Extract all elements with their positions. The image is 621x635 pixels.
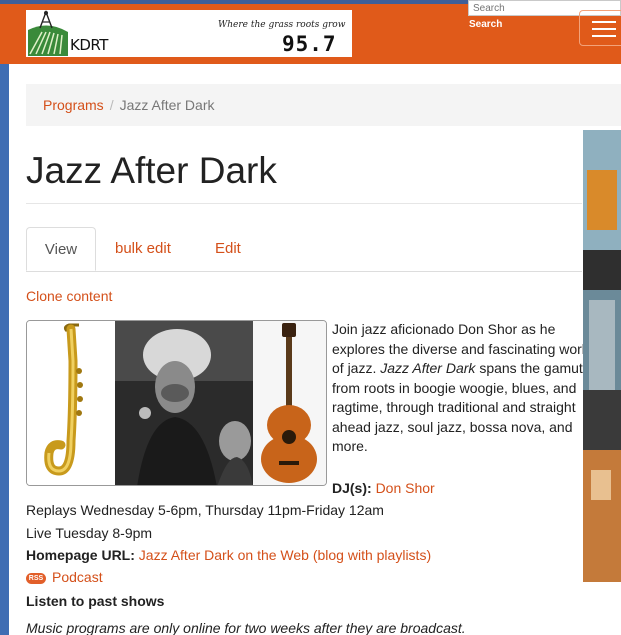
breadcrumb-current: Jazz After Dark bbox=[119, 97, 215, 113]
live-schedule: Live Tuesday 8-9pm bbox=[26, 525, 153, 541]
breadcrumb-programs-link[interactable]: Programs bbox=[43, 97, 104, 113]
availability-note: Music programs are only online for two w… bbox=[26, 620, 466, 635]
studio-photo bbox=[583, 130, 621, 582]
hamburger-icon bbox=[592, 21, 616, 23]
description-program-title: Jazz After Dark bbox=[380, 360, 476, 376]
search-button[interactable]: Search bbox=[469, 19, 502, 30]
logo-field-icon bbox=[26, 10, 70, 57]
hamburger-icon bbox=[592, 35, 616, 37]
podcast-link[interactable]: Podcast bbox=[52, 569, 103, 585]
tab-bulk-edit[interactable]: bulk edit bbox=[115, 227, 171, 271]
dj-name-link[interactable]: Don Shor bbox=[376, 480, 435, 496]
site-header: KDRT Where the grass roots grow 95.7 Sea… bbox=[0, 0, 621, 64]
breadcrumb-separator: / bbox=[109, 97, 114, 113]
node-tabs: View bulk edit Edit bbox=[26, 227, 582, 272]
program-image bbox=[26, 320, 327, 486]
program-description: Join jazz aficionado Don Shor as he expl… bbox=[332, 320, 602, 457]
clone-content-link[interactable]: Clone content bbox=[26, 288, 112, 304]
station-logo[interactable]: KDRT Where the grass roots grow 95.7 bbox=[26, 10, 352, 57]
homepage-line: Homepage URL: Jazz After Dark on the Web… bbox=[26, 547, 431, 563]
rss-icon[interactable]: RSS bbox=[26, 573, 46, 584]
podcast-line: RSS Podcast bbox=[26, 569, 103, 585]
past-shows-heading: Listen to past shows bbox=[26, 593, 165, 609]
breadcrumb: Programs / Jazz After Dark bbox=[26, 84, 621, 126]
homepage-label: Homepage URL: bbox=[26, 547, 135, 563]
homepage-link[interactable]: Jazz After Dark on the Web (blog with pl… bbox=[139, 547, 431, 563]
replay-schedule: Replays Wednesday 5-6pm, Thursday 11pm-F… bbox=[26, 502, 384, 518]
dj-line: DJ(s): Don Shor bbox=[332, 480, 435, 496]
page-title: Jazz After Dark bbox=[26, 150, 277, 191]
tab-view[interactable]: View bbox=[26, 227, 96, 271]
hamburger-icon bbox=[592, 28, 616, 30]
logo-frequency: 95.7 bbox=[282, 32, 337, 56]
title-divider bbox=[26, 203, 582, 204]
menu-toggle-button[interactable] bbox=[579, 10, 621, 46]
jazz-collage-illustration bbox=[27, 321, 326, 485]
logo-station-name: KDRT bbox=[70, 36, 108, 54]
tab-edit[interactable]: Edit bbox=[215, 227, 241, 271]
main-content: Programs / Jazz After Dark Jazz After Dark… bbox=[9, 64, 621, 635]
logo-tagline: Where the grass roots grow bbox=[218, 20, 346, 30]
dj-label: DJ(s): bbox=[332, 480, 372, 496]
studio-photo-illustration bbox=[583, 130, 621, 582]
